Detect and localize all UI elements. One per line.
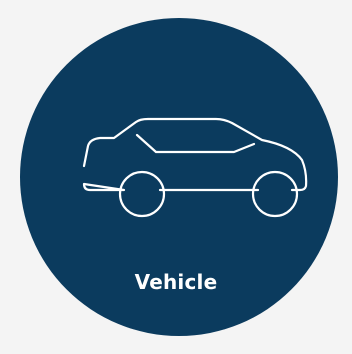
vehicle-label: Vehicle [134,270,218,294]
car-icon [82,117,308,218]
vehicle-category-tile[interactable]: Vehicle [0,0,352,354]
